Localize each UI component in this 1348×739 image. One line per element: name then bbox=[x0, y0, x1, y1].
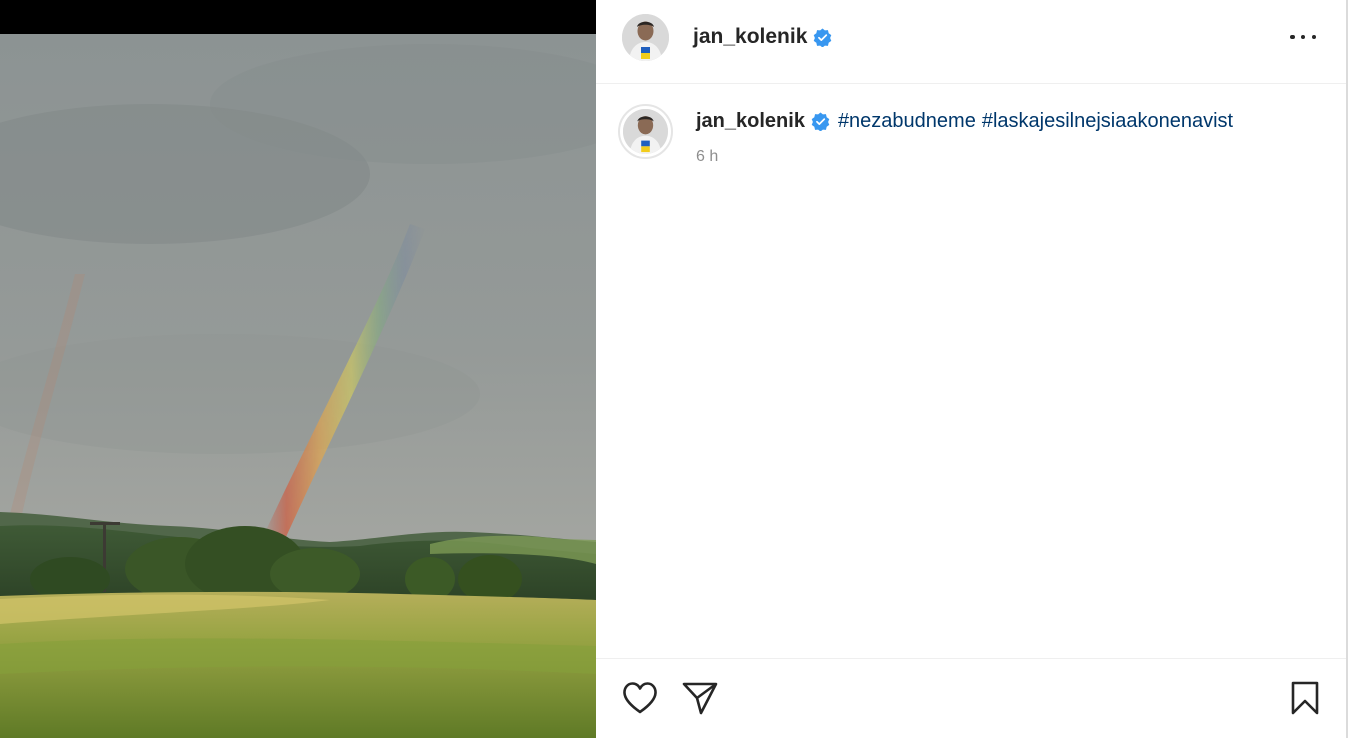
avatar-image bbox=[623, 109, 668, 154]
heart-icon bbox=[623, 682, 657, 714]
more-horizontal-icon-dot bbox=[1311, 34, 1316, 40]
header-username-row: jan_kolenik bbox=[693, 24, 832, 50]
save-button[interactable] bbox=[1290, 681, 1320, 715]
caption-line: jan_kolenik #nezabudneme #laskajesilnejs… bbox=[696, 110, 1233, 133]
author-avatar[interactable] bbox=[622, 14, 669, 61]
post-timestamp[interactable]: 6 h bbox=[696, 148, 718, 166]
more-options-button[interactable] bbox=[1290, 26, 1316, 48]
caption-author-avatar[interactable] bbox=[618, 104, 673, 159]
post-header: jan_kolenik bbox=[596, 0, 1346, 84]
post-details-panel: jan_kolenik jan_kolenik #nezabudneme #la… bbox=[596, 0, 1348, 738]
hashtag-link[interactable]: #laskajesilnejsiaakonenavist bbox=[982, 110, 1233, 133]
post-media[interactable] bbox=[0, 0, 596, 738]
avatar-image-wrap bbox=[623, 109, 668, 154]
bookmark-icon bbox=[1291, 681, 1319, 715]
like-button[interactable] bbox=[622, 681, 658, 715]
caption-hashtags: #nezabudneme #laskajesilnejsiaakonenavis… bbox=[838, 110, 1233, 133]
author-username[interactable]: jan_kolenik bbox=[693, 25, 807, 49]
more-horizontal-icon-dot bbox=[1290, 34, 1295, 40]
verified-badge-icon bbox=[811, 112, 830, 132]
hashtag-link[interactable]: #nezabudneme bbox=[838, 110, 976, 133]
share-button[interactable] bbox=[682, 681, 718, 715]
paper-plane-icon bbox=[682, 682, 718, 715]
caption-username[interactable]: jan_kolenik bbox=[696, 110, 805, 133]
more-horizontal-icon-dot bbox=[1300, 34, 1306, 40]
avatar-image bbox=[622, 14, 669, 61]
post-actions-bar bbox=[596, 658, 1346, 739]
post-photo-rainbow-landscape bbox=[0, 34, 596, 738]
verified-badge-icon bbox=[813, 27, 832, 47]
